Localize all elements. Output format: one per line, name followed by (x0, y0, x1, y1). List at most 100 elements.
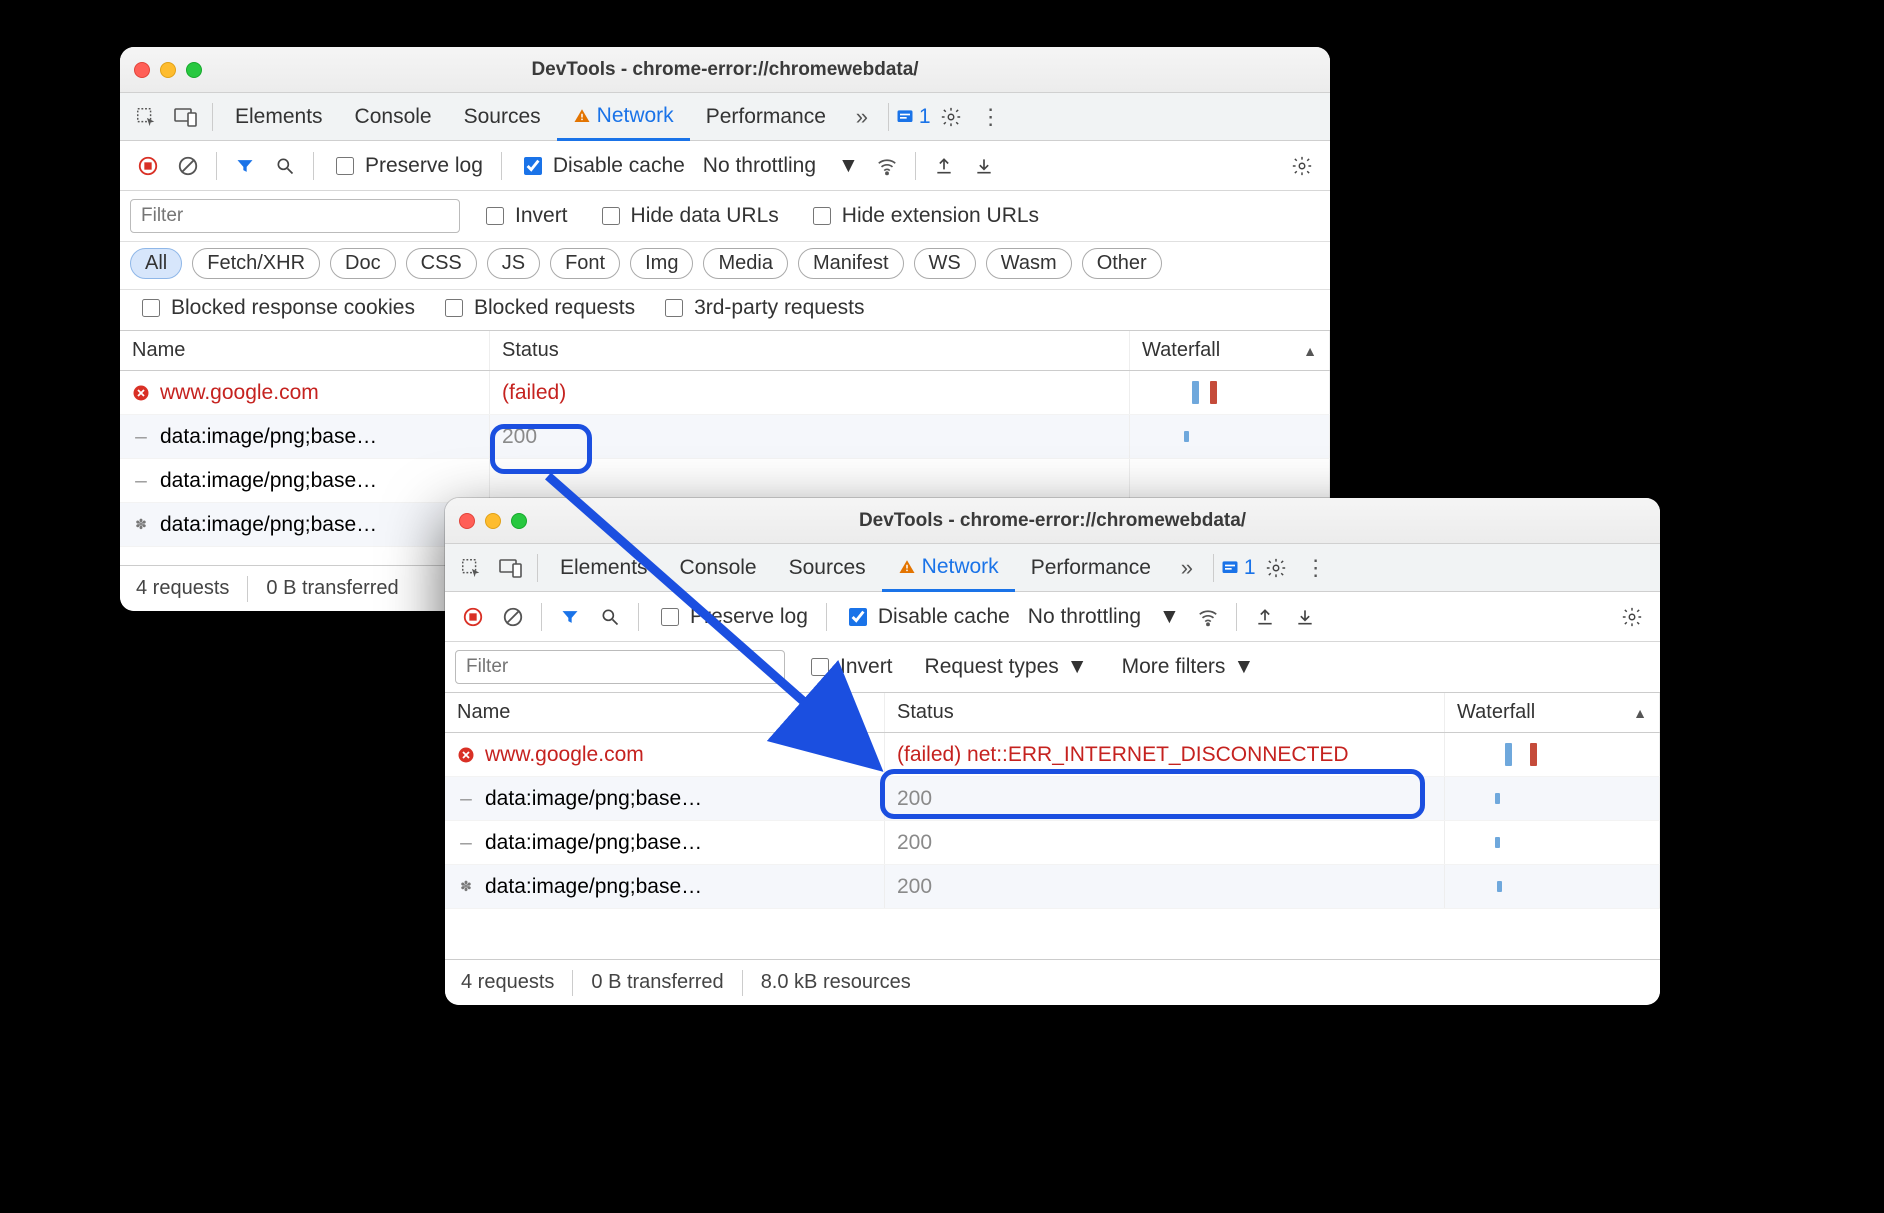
request-name: data:image/png;base… (485, 787, 702, 811)
third-party-checkbox[interactable]: 3rd-party requests (653, 296, 872, 320)
filter-icon[interactable] (227, 146, 263, 186)
filter-input[interactable] (130, 199, 460, 233)
type-pill-doc[interactable]: Doc (330, 248, 396, 279)
request-types-dropdown[interactable]: Request types▼ (915, 655, 1098, 679)
type-pill-wasm[interactable]: Wasm (986, 248, 1072, 279)
inspect-icon[interactable] (451, 548, 491, 588)
minimize-icon[interactable] (160, 62, 176, 78)
more-tabs-icon[interactable]: » (1167, 548, 1207, 588)
col-name[interactable]: Name (445, 693, 885, 732)
titlebar[interactable]: DevTools - chrome-error://chromewebdata/ (445, 498, 1660, 544)
maximize-icon[interactable] (511, 513, 527, 529)
divider (742, 970, 743, 996)
issues-button[interactable]: 1 (1220, 556, 1256, 580)
upload-har-icon[interactable] (1247, 597, 1283, 637)
divider (638, 603, 639, 631)
clear-button[interactable] (495, 597, 531, 637)
hide-ext-urls-checkbox[interactable]: Hide extension URLs (801, 204, 1047, 228)
tab-sources[interactable]: Sources (448, 93, 557, 141)
type-pill-ws[interactable]: WS (914, 248, 976, 279)
issues-button[interactable]: 1 (895, 105, 931, 129)
table-row[interactable]: www.google.com (failed) net::ERR_INTERNE… (445, 733, 1660, 777)
type-pill-fetch[interactable]: Fetch/XHR (192, 248, 320, 279)
tab-network[interactable]: Network (882, 544, 1015, 592)
minimize-icon[interactable] (485, 513, 501, 529)
blocked-cookies-checkbox[interactable]: Blocked response cookies (130, 296, 423, 320)
download-har-icon[interactable] (966, 146, 1002, 186)
col-waterfall[interactable]: Waterfall▲ (1445, 693, 1660, 732)
throttling-select[interactable]: No throttling ▼ (697, 154, 865, 178)
throttling-select[interactable]: No throttling ▼ (1022, 605, 1186, 629)
table-row[interactable]: – data:image/png;base… 200 (445, 777, 1660, 821)
table-row[interactable]: – data:image/png;base… 200 (120, 415, 1330, 459)
filter-icon[interactable] (552, 597, 588, 637)
tab-console[interactable]: Console (339, 93, 448, 141)
device-toolbar-icon[interactable] (166, 97, 206, 137)
type-pill-media[interactable]: Media (703, 248, 787, 279)
blocked-requests-checkbox[interactable]: Blocked requests (433, 296, 643, 320)
table-header: Name Status Waterfall▲ (120, 331, 1330, 371)
table-row[interactable]: ✽ data:image/png;base… 200 (445, 865, 1660, 909)
search-icon[interactable] (592, 597, 628, 637)
divider (247, 576, 248, 602)
request-name: data:image/png;base… (160, 513, 377, 537)
hide-data-urls-checkbox[interactable]: Hide data URLs (590, 204, 787, 228)
tab-elements[interactable]: Elements (219, 93, 339, 141)
inspect-icon[interactable] (126, 97, 166, 137)
settings-icon[interactable] (1256, 548, 1296, 588)
dash-icon: – (132, 425, 150, 449)
tab-performance[interactable]: Performance (690, 93, 842, 141)
col-status[interactable]: Status (885, 693, 1445, 732)
type-pill-js[interactable]: JS (487, 248, 540, 279)
settings-icon[interactable] (931, 97, 971, 137)
preserve-log-checkbox[interactable]: Preserve log (649, 605, 816, 629)
kebab-menu-icon[interactable]: ⋮ (971, 97, 1011, 137)
network-settings-icon[interactable] (1284, 146, 1320, 186)
disable-cache-checkbox[interactable]: Disable cache (512, 154, 693, 178)
invert-checkbox[interactable]: Invert (474, 204, 576, 228)
table-row[interactable]: – data:image/png;base… 200 (445, 821, 1660, 865)
kebab-menu-icon[interactable]: ⋮ (1296, 548, 1336, 588)
close-icon[interactable] (459, 513, 475, 529)
preserve-log-checkbox[interactable]: Preserve log (324, 154, 491, 178)
type-pill-img[interactable]: Img (630, 248, 693, 279)
record-button[interactable] (455, 597, 491, 637)
tab-performance[interactable]: Performance (1015, 544, 1167, 592)
table-header: Name Status Waterfall▲ (445, 693, 1660, 733)
col-name[interactable]: Name (120, 331, 490, 370)
download-har-icon[interactable] (1287, 597, 1323, 637)
table-row[interactable]: www.google.com (failed) (120, 371, 1330, 415)
disable-cache-checkbox[interactable]: Disable cache (837, 605, 1018, 629)
network-conditions-icon[interactable] (869, 146, 905, 186)
more-filters-dropdown[interactable]: More filters▼ (1112, 655, 1265, 679)
search-icon[interactable] (267, 146, 303, 186)
type-pill-all[interactable]: All (130, 248, 182, 279)
device-toolbar-icon[interactable] (491, 548, 531, 588)
type-pill-manifest[interactable]: Manifest (798, 248, 904, 279)
tab-sources[interactable]: Sources (773, 544, 882, 592)
network-conditions-icon[interactable] (1190, 597, 1226, 637)
tab-network[interactable]: Network (557, 93, 690, 141)
maximize-icon[interactable] (186, 62, 202, 78)
upload-har-icon[interactable] (926, 146, 962, 186)
type-pill-css[interactable]: CSS (406, 248, 477, 279)
network-settings-icon[interactable] (1614, 597, 1650, 637)
col-status[interactable]: Status (490, 331, 1130, 370)
more-tabs-icon[interactable]: » (842, 97, 882, 137)
col-waterfall[interactable]: Waterfall▲ (1130, 331, 1330, 370)
disable-cache-label: Disable cache (553, 154, 685, 178)
close-icon[interactable] (134, 62, 150, 78)
table-row[interactable]: – data:image/png;base… (120, 459, 1330, 503)
request-name: data:image/png;base… (485, 875, 702, 899)
transferred-size: 0 B transferred (591, 971, 723, 994)
divider (826, 603, 827, 631)
titlebar[interactable]: DevTools - chrome-error://chromewebdata/ (120, 47, 1330, 93)
invert-checkbox[interactable]: Invert (799, 655, 901, 679)
tab-elements[interactable]: Elements (544, 544, 664, 592)
record-button[interactable] (130, 146, 166, 186)
type-pill-font[interactable]: Font (550, 248, 620, 279)
clear-button[interactable] (170, 146, 206, 186)
type-pill-other[interactable]: Other (1082, 248, 1162, 279)
tab-console[interactable]: Console (664, 544, 773, 592)
filter-input[interactable] (455, 650, 785, 684)
